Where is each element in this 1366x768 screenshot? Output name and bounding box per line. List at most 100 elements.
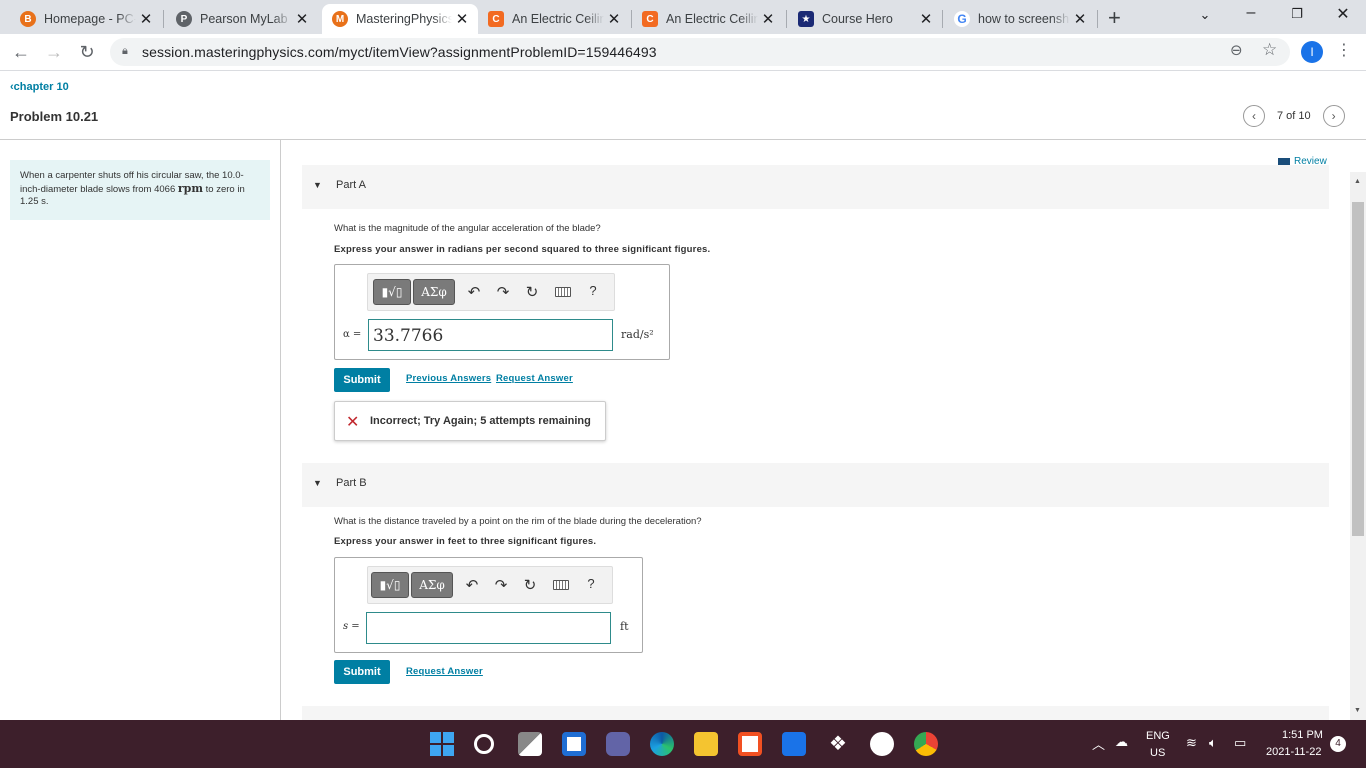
tab-close-icon[interactable]: ✕ [452, 10, 472, 28]
part-a-feedback: ✕ Incorrect; Try Again; 5 attempts remai… [334, 401, 606, 441]
tab-pearson-mylab[interactable]: P Pearson MyLab a ✕ [166, 4, 318, 34]
part-a-unit: rad/s² [621, 328, 654, 341]
keyboard-icon[interactable] [555, 287, 571, 297]
scroll-up-arrow-icon[interactable]: ▲ [1354, 178, 1361, 185]
tab-google-search[interactable]: G how to screensho ✕ [944, 4, 1096, 34]
collapse-triangle-icon[interactable]: ▼ [313, 478, 322, 488]
part-b-request-answer-link[interactable]: Request Answer [406, 666, 483, 677]
tab-close-icon[interactable]: ✕ [1070, 10, 1090, 28]
tab-title: Pearson MyLab a [200, 12, 292, 26]
search-icon[interactable] [474, 734, 494, 754]
tab-electric-ceiling-2[interactable]: C An Electric Ceilin ✕ [632, 4, 784, 34]
back-to-chapter-link[interactable]: ‹chapter 10 [10, 81, 69, 93]
file-explorer-icon[interactable] [694, 732, 718, 756]
notification-badge[interactable]: 4 [1330, 736, 1346, 752]
weather-cloud-icon[interactable]: ☁ [1115, 734, 1128, 750]
reload-icon[interactable]: ↻ [76, 42, 98, 63]
help-button[interactable]: ? [584, 283, 602, 298]
browser-menu-icon[interactable]: ⋮ [1336, 40, 1352, 60]
templates-button[interactable]: ▮√▯ [371, 572, 409, 598]
column-divider [280, 140, 281, 720]
tab-electric-ceiling-1[interactable]: C An Electric Ceilin ✕ [478, 4, 630, 34]
templates-button[interactable]: ▮√▯ [373, 279, 411, 305]
previous-answers-link[interactable]: Previous Answers [406, 373, 491, 384]
widgets-icon[interactable] [562, 732, 586, 756]
new-tab-plus-icon[interactable]: + [1108, 5, 1121, 31]
help-button[interactable]: ? [582, 576, 600, 591]
chrome-icon[interactable] [914, 732, 938, 756]
part-b-answer-input[interactable] [366, 612, 611, 644]
edge-browser-icon[interactable] [650, 732, 674, 756]
restore-icon[interactable]: ❐ [1282, 6, 1312, 22]
tab-masteringphysics[interactable]: M MasteringPhysics ✕ [322, 4, 478, 34]
tab-homepage[interactable]: B Homepage - PC- ✕ [10, 4, 162, 34]
dropbox-icon[interactable]: ❖ [826, 732, 850, 756]
part-b-question: What is the distance traveled by a point… [334, 516, 702, 527]
part-a-request-answer-link[interactable]: Request Answer [496, 373, 573, 384]
greek-symbols-button[interactable]: ΑΣφ [411, 572, 453, 598]
s-label: s = [343, 621, 360, 632]
reset-icon[interactable]: ↻ [521, 576, 539, 594]
keyboard-icon[interactable] [553, 580, 569, 590]
scrollbar-thumb[interactable] [1352, 202, 1364, 536]
part-a-label: Part A [336, 179, 366, 191]
redo-icon[interactable]: ↷ [494, 283, 512, 301]
address-bar[interactable]: 🔒︎ session.masteringphysics.com/myct/ite… [110, 38, 1290, 66]
forward-arrow-icon[interactable]: → [43, 42, 65, 63]
part-a-answer-box: ▮√▯ ΑΣφ ↶ ↷ ↻ ? α = 33.7766 rad/s² [334, 264, 670, 360]
volume-icon[interactable]: 🔈︎ [1209, 735, 1217, 751]
redo-icon[interactable]: ↷ [492, 576, 510, 594]
part-b-header[interactable]: ▼ Part B [302, 463, 1329, 507]
region-label[interactable]: US [1150, 747, 1165, 759]
mail-icon[interactable] [782, 732, 806, 756]
back-arrow-icon[interactable]: ← [10, 42, 32, 63]
tab-title: MasteringPhysics [356, 12, 452, 26]
tray-overflow-chevron-icon[interactable]: ︿ [1092, 734, 1105, 753]
tab-favicon-icon: M [332, 11, 348, 27]
tab-close-icon[interactable]: ✕ [758, 10, 778, 28]
part-a-header[interactable]: ▼ Part A [302, 165, 1329, 209]
clock-date[interactable]: 2021-11-22 [1266, 746, 1321, 758]
teams-chat-icon[interactable] [606, 732, 630, 756]
part-a-submit-button[interactable]: Submit [334, 368, 390, 392]
reset-icon[interactable]: ↻ [523, 283, 541, 301]
app-circle-icon[interactable] [870, 732, 894, 756]
page-scrollbar[interactable]: ▲ ▼ [1350, 172, 1366, 720]
language-label[interactable]: ENG [1146, 730, 1170, 742]
bookmark-star-icon[interactable]: ☆ [1262, 40, 1277, 60]
profile-avatar[interactable]: I [1301, 41, 1323, 63]
undo-icon[interactable]: ↶ [465, 283, 483, 301]
part-a-question: What is the magnitude of the angular acc… [334, 223, 601, 234]
clock-time[interactable]: 1:51 PM [1282, 729, 1323, 741]
minimize-icon[interactable]: – [1236, 4, 1266, 22]
incorrect-x-icon: ✕ [346, 414, 360, 431]
tab-close-icon[interactable]: ✕ [916, 10, 936, 28]
tab-close-icon[interactable]: ✕ [136, 10, 156, 28]
battery-icon[interactable]: ▭ [1234, 735, 1246, 751]
close-window-icon[interactable]: ✕ [1328, 4, 1358, 24]
part-b-label: Part B [336, 477, 367, 489]
greek-symbols-button[interactable]: ΑΣφ [413, 279, 455, 305]
tab-favicon-icon: C [488, 11, 504, 27]
part-c-header-partial[interactable] [302, 706, 1329, 720]
zoom-icon[interactable]: ⊖ [1230, 41, 1243, 59]
tab-search-chevron-icon[interactable]: ⌄ [1190, 7, 1220, 23]
tab-favicon-icon: B [20, 11, 36, 27]
part-a-answer-input[interactable]: 33.7766 [368, 319, 613, 351]
undo-icon[interactable]: ↶ [463, 576, 481, 594]
microsoft-store-icon[interactable] [738, 732, 762, 756]
problem-statement: When a carpenter shuts off his circular … [10, 160, 270, 220]
scroll-down-arrow-icon[interactable]: ▼ [1354, 707, 1361, 714]
tab-favicon-icon: G [954, 11, 970, 27]
tab-close-icon[interactable]: ✕ [292, 10, 312, 28]
wifi-icon[interactable]: ≋ [1186, 735, 1197, 751]
windows-start-icon[interactable] [430, 732, 454, 756]
tab-close-icon[interactable]: ✕ [604, 10, 624, 28]
next-problem-chevron-icon[interactable]: › [1322, 105, 1345, 127]
tab-course-hero[interactable]: ★ Course Hero ✕ [788, 4, 942, 34]
previous-problem-chevron-icon[interactable]: ‹ [1243, 105, 1265, 127]
url-text[interactable]: session.masteringphysics.com/myct/itemVi… [142, 44, 657, 60]
part-b-submit-button[interactable]: Submit [334, 660, 390, 684]
collapse-triangle-icon[interactable]: ▼ [313, 180, 322, 190]
task-view-icon[interactable] [518, 732, 542, 756]
